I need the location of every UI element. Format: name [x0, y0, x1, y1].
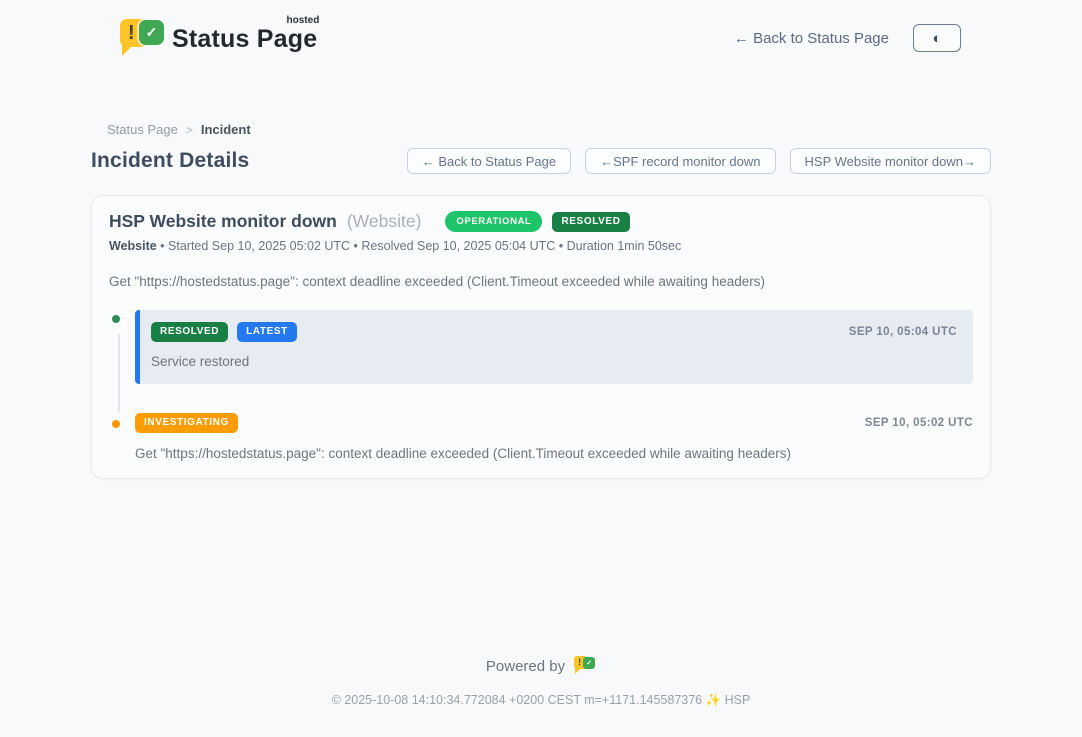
timeline-entry-header: INVESTIGATING SEP 10, 05:02 UTC — [135, 413, 973, 433]
incident-description: Get "https://hostedstatus.page": context… — [109, 274, 973, 289]
page-title: Incident Details — [91, 149, 249, 173]
timeline-timestamp: SEP 10, 05:02 UTC — [865, 417, 973, 429]
breadcrumb-separator: > — [186, 123, 193, 137]
breadcrumb-incident: Incident — [201, 122, 251, 137]
resolved-badge: RESOLVED — [151, 322, 228, 342]
back-to-status-page-link[interactable]: ← Back to Status Page — [734, 30, 889, 47]
copyright-text: © 2025-10-08 14:10:34.772084 +0200 CEST … — [0, 693, 1082, 708]
next-incident-button[interactable]: HSP Website monitor down→ — [790, 148, 991, 174]
brand-logo[interactable]: ! ✓ Status Page hosted — [120, 17, 317, 59]
investigating-badge: INVESTIGATING — [135, 413, 238, 433]
incident-nav-buttons: ← Back to Status Page ←SPF record monito… — [407, 148, 991, 174]
main-content: Status Page > Incident Incident Details … — [91, 122, 991, 479]
exclamation-icon: ! — [128, 21, 135, 45]
contrast-icon: ◐ — [932, 31, 941, 46]
prev-incident-button[interactable]: ←SPF record monitor down — [585, 148, 775, 174]
timeline-message: Service restored — [151, 354, 957, 369]
powered-by-link[interactable]: Powered by ! ✓ — [0, 655, 1082, 677]
header: ! ✓ Status Page hosted ← Back to Status … — [0, 0, 1082, 66]
header-actions: ← Back to Status Page ◐ — [734, 24, 961, 52]
timeline-dot-column — [109, 310, 135, 326]
timeline-connector-line — [118, 334, 120, 412]
breadcrumb-status-page[interactable]: Status Page — [107, 122, 178, 137]
meta-details: • Started Sep 10, 2025 05:02 UTC • Resol… — [157, 239, 682, 253]
timeline-dot-column — [109, 413, 135, 431]
theme-toggle-button[interactable]: ◐ — [913, 24, 961, 52]
incident-card: HSP Website monitor down (Website) OPERA… — [91, 195, 991, 479]
incident-component: (Website) — [347, 211, 422, 232]
incident-title: HSP Website monitor down — [109, 211, 337, 232]
checkmark-icon: ✓ — [583, 657, 595, 669]
timeline-latest-panel: RESOLVED LATEST SEP 10, 05:04 UTC Servic… — [135, 310, 973, 384]
logo-bubble-tail — [575, 668, 581, 674]
timeline-timestamp: SEP 10, 05:04 UTC — [849, 326, 957, 338]
timeline-entry-header: RESOLVED LATEST SEP 10, 05:04 UTC — [151, 322, 957, 342]
checkmark-icon: ✓ — [139, 20, 164, 45]
meta-component: Website — [109, 239, 157, 253]
resolved-badge: RESOLVED — [552, 212, 629, 232]
incident-timeline: RESOLVED LATEST SEP 10, 05:04 UTC Servic… — [109, 310, 973, 461]
brand-name: Status Page — [172, 25, 317, 53]
latest-badge: LATEST — [237, 322, 297, 342]
incident-meta: Website • Started Sep 10, 2025 05:02 UTC… — [109, 239, 973, 253]
operational-badge: OPERATIONAL — [445, 211, 542, 232]
status-page-logo-icon: ! ✓ — [120, 17, 162, 59]
timeline-entry-resolved: RESOLVED LATEST SEP 10, 05:04 UTC Servic… — [109, 310, 973, 384]
exclamation-icon: ! — [578, 657, 581, 668]
footer: Powered by ! ✓ © 2025-10-08 14:10:34.772… — [0, 655, 1082, 708]
timeline-message: Get "https://hostedstatus.page": context… — [135, 446, 973, 461]
incident-title-row: HSP Website monitor down (Website) OPERA… — [109, 211, 973, 232]
powered-by-text: Powered by — [486, 658, 565, 675]
resolved-dot-icon — [109, 312, 123, 326]
status-page-mini-logo-icon: ! ✓ — [574, 655, 596, 677]
logo-bubble-tail — [122, 45, 133, 56]
investigating-dot-icon — [109, 417, 123, 431]
timeline-plain-content: INVESTIGATING SEP 10, 05:02 UTC Get "htt… — [135, 413, 973, 461]
brand-text: Status Page hosted — [172, 17, 317, 54]
breadcrumb: Status Page > Incident — [91, 122, 991, 137]
timeline-entry-investigating: INVESTIGATING SEP 10, 05:02 UTC Get "htt… — [109, 413, 973, 461]
title-row: Incident Details ← Back to Status Page ←… — [91, 148, 991, 174]
back-to-status-page-button[interactable]: ← Back to Status Page — [407, 148, 571, 174]
brand-superscript: hosted — [287, 15, 320, 26]
